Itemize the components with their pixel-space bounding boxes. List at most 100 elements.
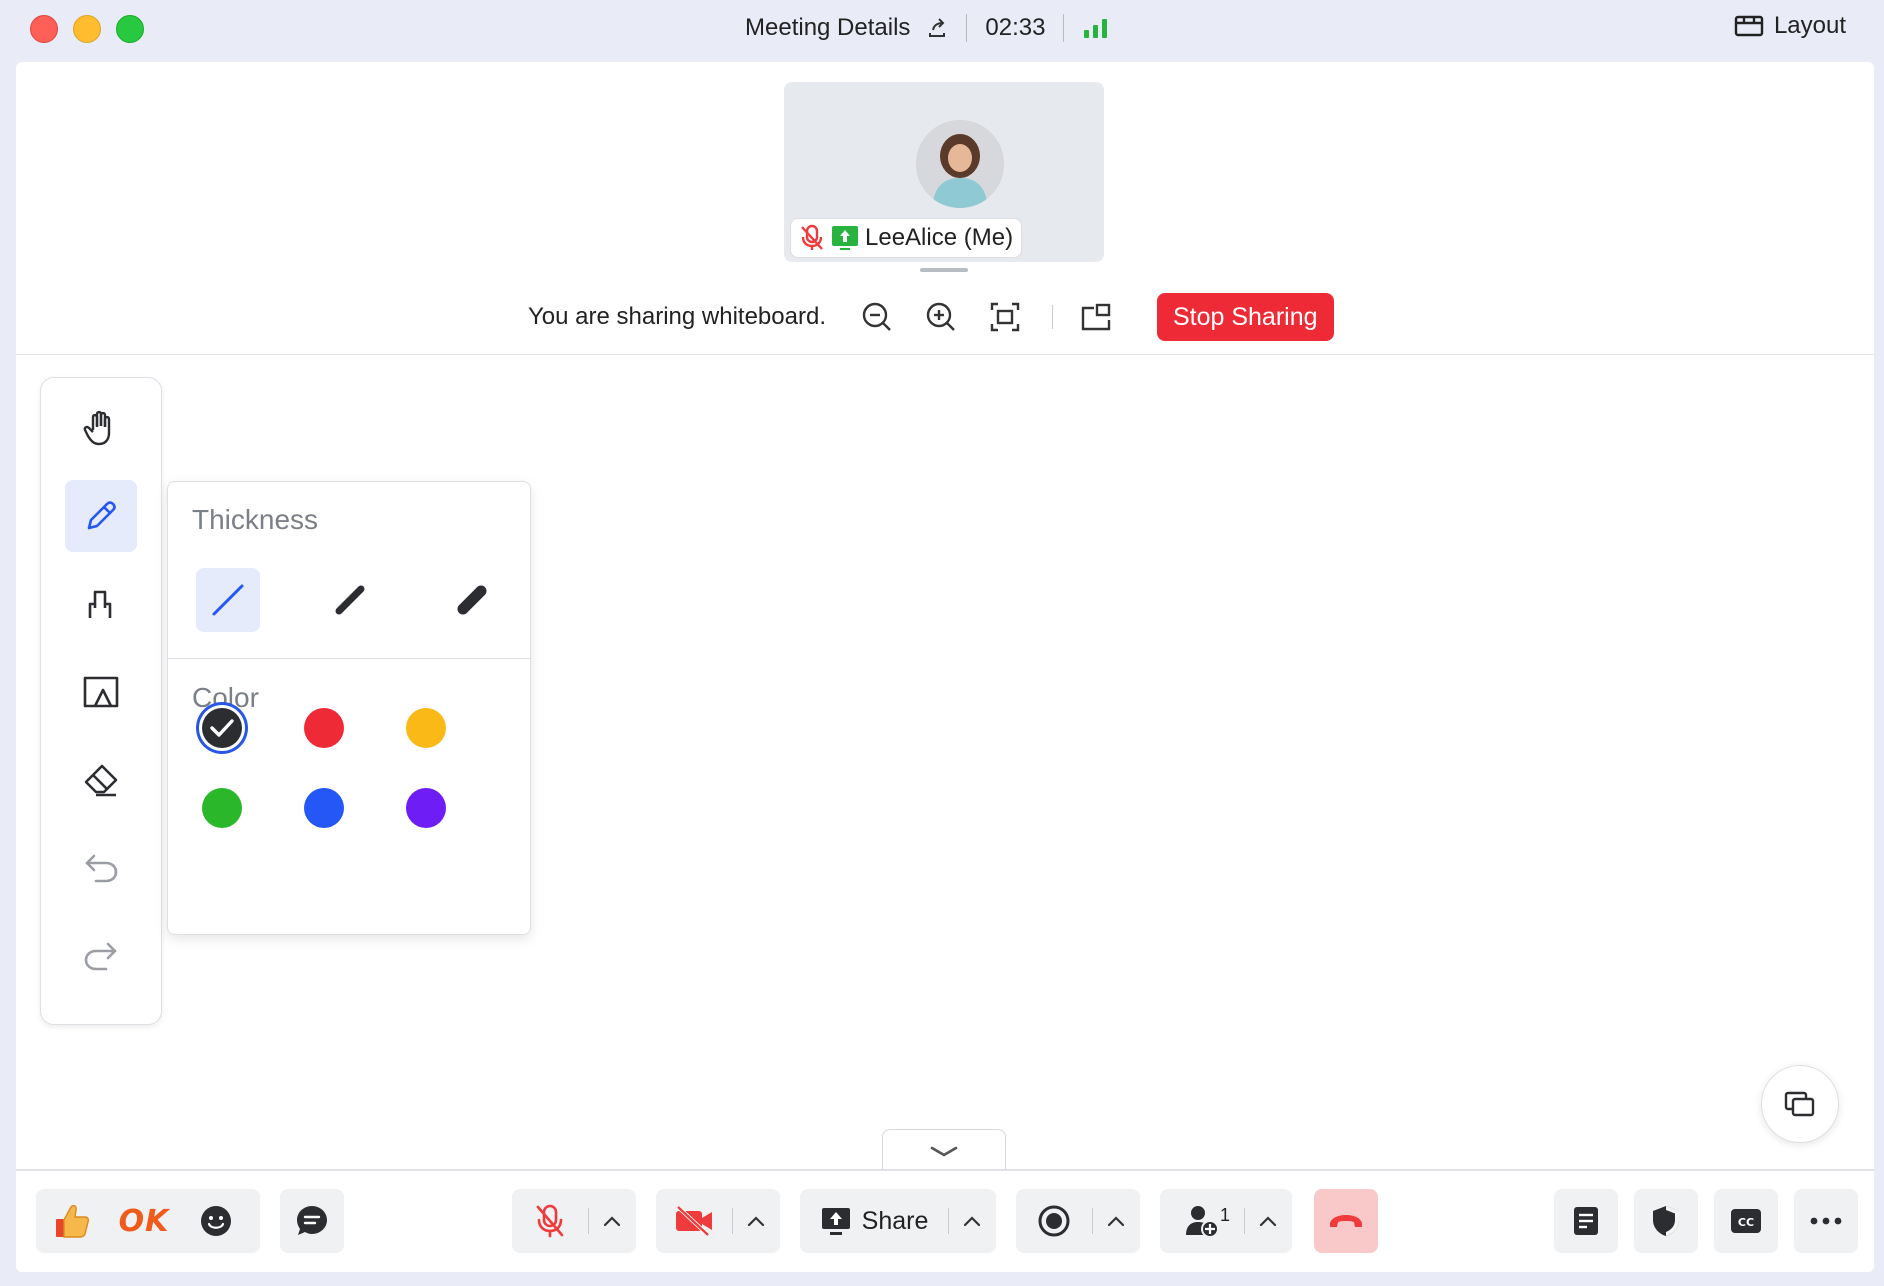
undo-button[interactable]	[65, 832, 137, 904]
video-off-icon	[676, 1205, 712, 1237]
stop-sharing-button[interactable]: Stop Sharing	[1156, 293, 1334, 341]
divider	[1051, 305, 1053, 329]
color-swatch-purple[interactable]	[406, 788, 446, 828]
redo-icon	[84, 942, 117, 971]
participant-video-tile[interactable]: LeeAlice (Me)	[784, 82, 1104, 262]
divider	[1063, 14, 1065, 42]
share-control: Share	[800, 1189, 996, 1253]
captions-button[interactable]: CC	[1714, 1189, 1778, 1253]
sharing-status-text: You are sharing whiteboard.	[528, 303, 826, 330]
image-tool-button[interactable]	[65, 656, 137, 728]
pen-settings-popover: Thickness Color	[167, 481, 531, 935]
share-label: Share	[861, 1206, 929, 1235]
color-swatch-yellow[interactable]	[406, 708, 446, 748]
zoom-out-icon	[862, 302, 891, 331]
share-options-button[interactable]	[949, 1215, 995, 1227]
video-strip-resize-handle[interactable]	[920, 268, 968, 272]
thickness-thin[interactable]	[196, 568, 260, 632]
zoom-in-icon	[926, 302, 955, 331]
eraser-tool-button[interactable]	[65, 744, 137, 816]
thick-line-icon	[457, 585, 487, 615]
chevron-up-icon	[1107, 1216, 1125, 1227]
meeting-title[interactable]: Meeting Details	[745, 14, 910, 42]
add-participant-icon	[1186, 1206, 1219, 1238]
participant-count: 1	[1220, 1205, 1231, 1225]
fit-screen-icon	[990, 302, 1020, 332]
participant-name-badge: LeeAlice (Me)	[790, 218, 1023, 258]
more-options-button[interactable]	[1794, 1189, 1858, 1253]
chevron-up-icon	[1259, 1216, 1277, 1227]
audio-control	[512, 1189, 636, 1253]
muted-mic-icon	[536, 1204, 564, 1238]
fit-to-screen-button[interactable]	[984, 296, 1026, 338]
hand-tool-button[interactable]	[65, 392, 137, 464]
color-swatch-blue[interactable]	[304, 788, 344, 828]
audio-options-button[interactable]	[589, 1215, 635, 1227]
avatar	[916, 120, 1004, 208]
collapse-toolbar-button[interactable]	[882, 1129, 1006, 1174]
start-video-button[interactable]	[656, 1205, 732, 1237]
thickness-medium[interactable]	[318, 568, 382, 632]
color-swatch-black[interactable]	[202, 708, 242, 748]
participants-control: 1	[1160, 1189, 1292, 1253]
whiteboard-toolbar	[40, 377, 162, 1025]
reactions-group: OK	[36, 1189, 260, 1253]
color-swatch-green[interactable]	[202, 788, 242, 828]
leave-meeting-button[interactable]	[1314, 1189, 1378, 1253]
video-options-button[interactable]	[733, 1215, 779, 1227]
record-icon	[1038, 1205, 1070, 1237]
chat-icon	[297, 1206, 327, 1235]
emoji-picker-button[interactable]	[180, 1204, 252, 1238]
participant-name: LeeAlice (Me)	[865, 224, 1014, 251]
hang-up-icon	[1330, 1215, 1362, 1227]
shape-icon	[88, 590, 112, 618]
color-swatch-red[interactable]	[304, 708, 344, 748]
signal-strength-icon[interactable]	[1082, 16, 1110, 40]
muted-mic-icon	[801, 224, 823, 250]
thickness-thick[interactable]	[440, 568, 504, 632]
minimize-window-button[interactable]	[73, 15, 101, 43]
thumbs-up-reaction-button[interactable]	[36, 1201, 108, 1241]
security-button[interactable]	[1634, 1189, 1698, 1253]
share-button[interactable]: Share	[800, 1205, 948, 1237]
layout-button[interactable]: Layout	[1734, 12, 1846, 40]
thickness-label: Thickness	[192, 504, 319, 535]
notes-icon	[1574, 1207, 1598, 1235]
layout-label: Layout	[1773, 12, 1846, 39]
participants-options-button[interactable]	[1245, 1215, 1291, 1227]
chevron-down-icon	[930, 1146, 958, 1157]
pop-out-button[interactable]	[1075, 296, 1117, 338]
record-control	[1016, 1189, 1140, 1253]
window-controls	[30, 15, 144, 43]
zoom-out-button[interactable]	[856, 296, 898, 338]
ok-reaction-label: OK	[118, 1203, 170, 1239]
unmute-button[interactable]	[512, 1203, 588, 1239]
title-bar: Meeting Details 02:33 Layout	[0, 0, 1884, 58]
share-link-icon[interactable]	[926, 17, 948, 39]
medium-line-icon	[335, 585, 365, 615]
notes-button[interactable]	[1554, 1189, 1618, 1253]
redo-button[interactable]	[65, 920, 137, 992]
screen-share-icon	[832, 226, 858, 250]
record-button[interactable]	[1016, 1204, 1092, 1238]
record-options-button[interactable]	[1093, 1215, 1139, 1227]
chevron-up-icon	[603, 1216, 621, 1227]
divider	[966, 14, 968, 42]
more-icon	[1810, 1217, 1842, 1225]
share-screen-icon	[821, 1208, 850, 1235]
participants-button[interactable]: 1	[1160, 1203, 1244, 1239]
close-window-button[interactable]	[30, 15, 58, 43]
shape-tool-button[interactable]	[65, 568, 137, 640]
smiley-icon	[201, 1206, 231, 1236]
ok-reaction-button[interactable]: OK	[108, 1204, 180, 1239]
pen-tool-button[interactable]	[65, 480, 137, 552]
pop-out-icon	[1081, 303, 1111, 331]
image-icon	[83, 676, 119, 708]
multi-window-button[interactable]	[1761, 1065, 1839, 1143]
closed-captions-icon: CC	[1731, 1209, 1761, 1233]
zoom-in-button[interactable]	[920, 296, 962, 338]
chat-button[interactable]	[280, 1189, 344, 1253]
layout-icon	[1734, 15, 1764, 37]
hand-icon	[83, 410, 111, 446]
zoom-window-button[interactable]	[116, 15, 144, 43]
